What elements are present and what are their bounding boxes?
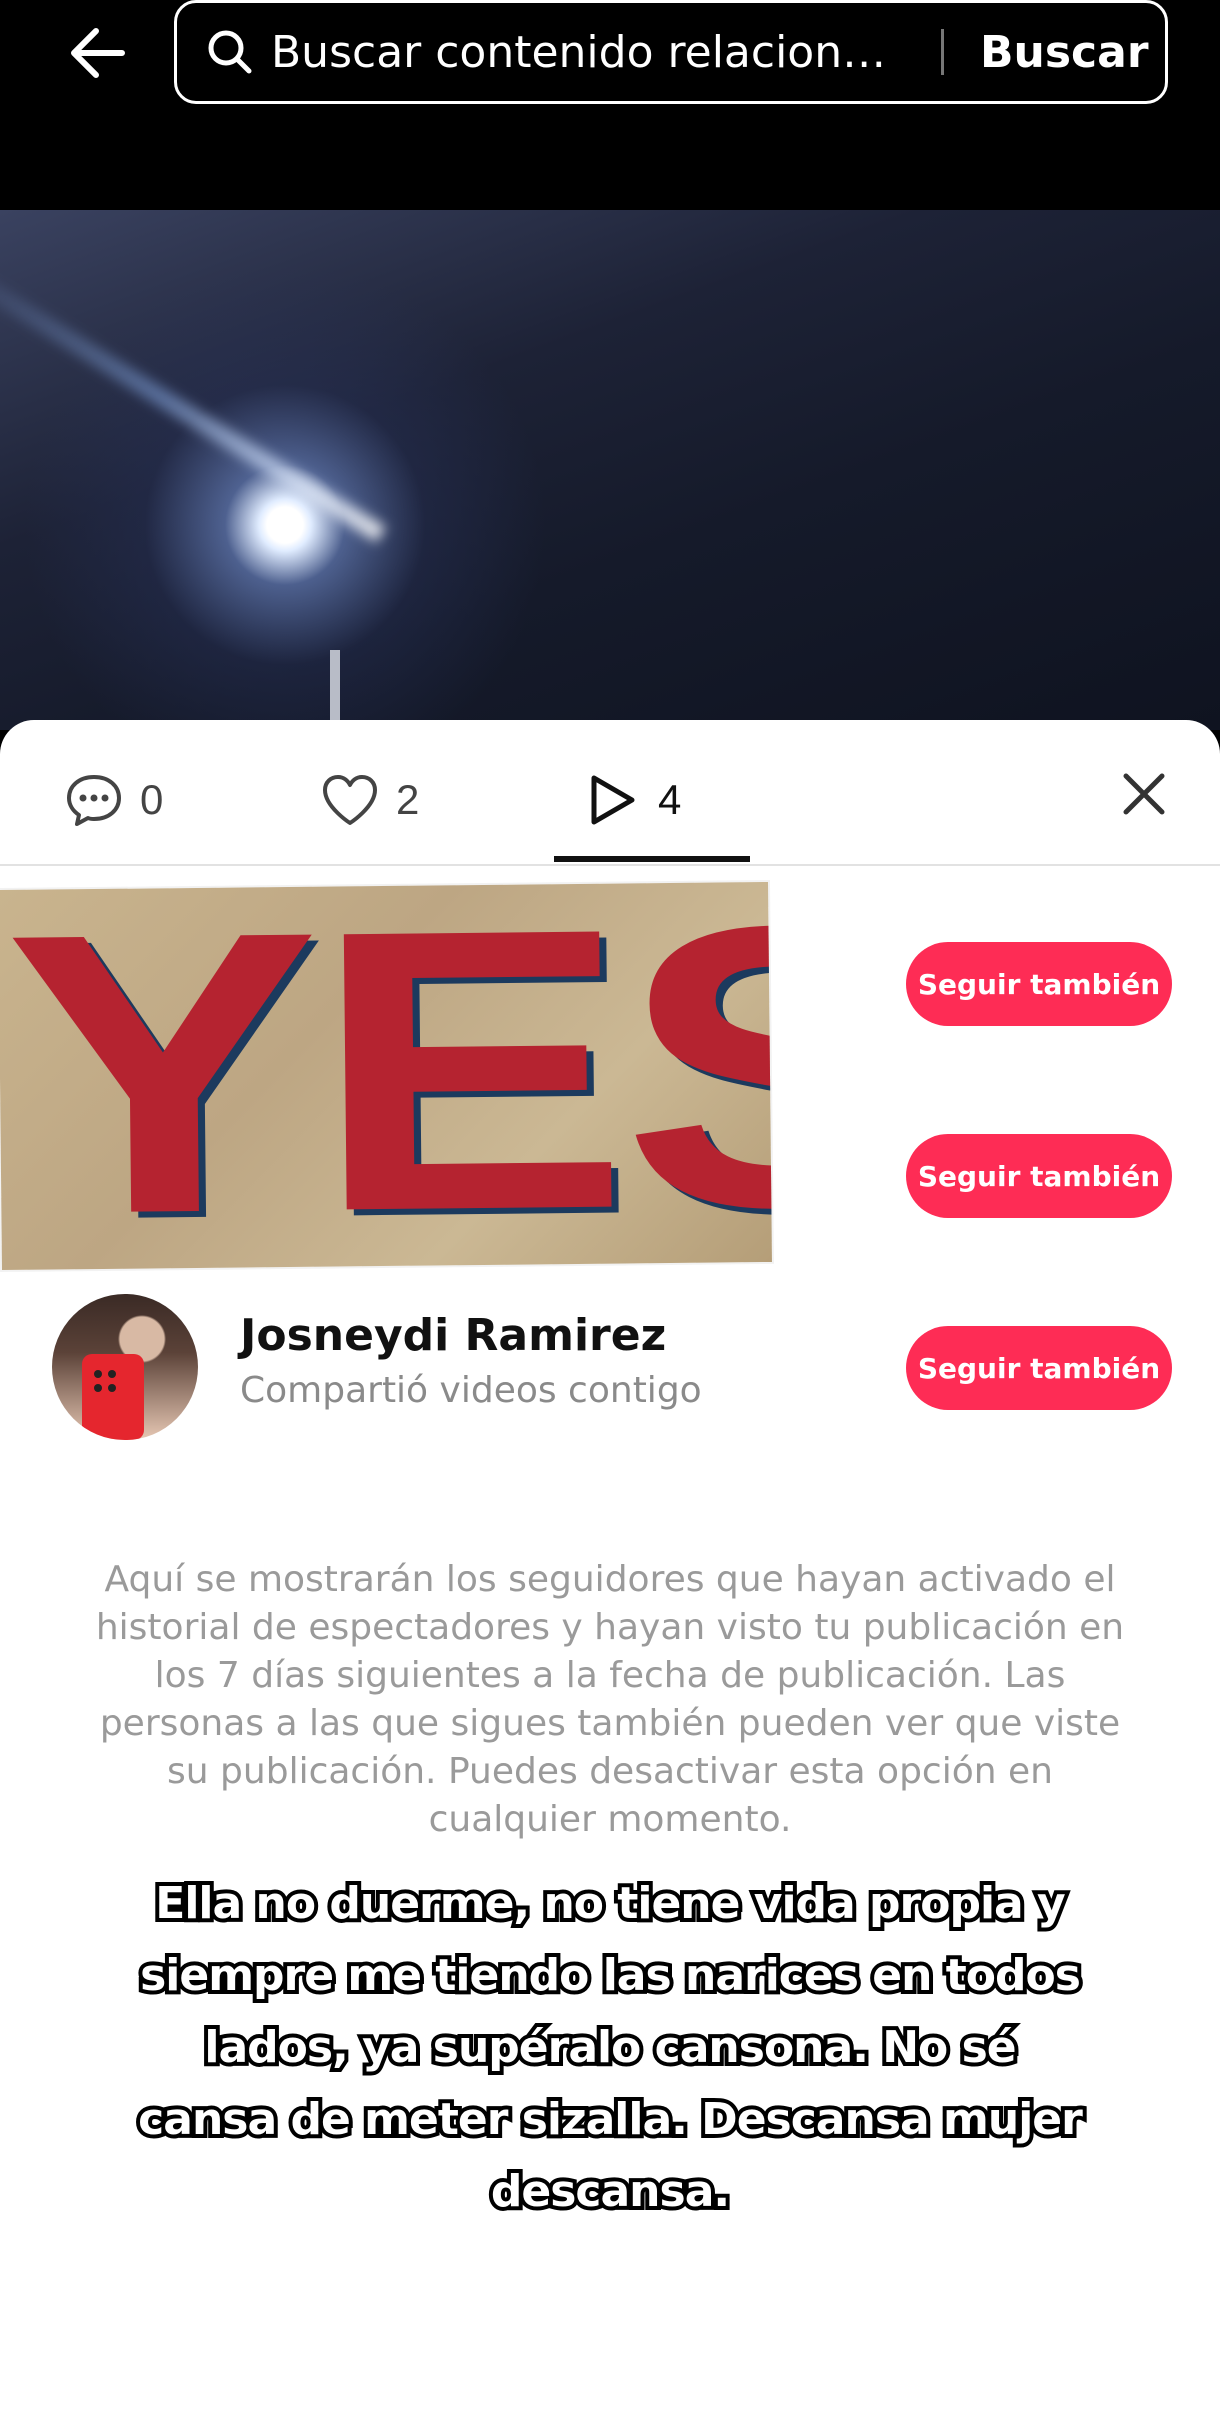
tab-views[interactable]: 4: [582, 760, 681, 840]
search-icon: [207, 29, 253, 75]
viewer-history-info: Aquí se mostrarán los seguidores que hay…: [95, 1559, 1125, 1840]
lamp-pole: [330, 650, 340, 730]
views-count: 4: [658, 776, 682, 823]
sticker-text: YES !: [3, 881, 772, 1271]
search-divider: [941, 29, 944, 75]
search-input[interactable]: Buscar contenido relaciona...: [271, 27, 911, 78]
top-bar: Buscar contenido relaciona... Buscar: [0, 0, 1220, 210]
likes-count: 2: [396, 776, 420, 823]
avatar[interactable]: [52, 1294, 198, 1440]
stats-tabs: 0 2 4: [0, 720, 1220, 866]
viewers-sheet: 0 2 4 YES ! Seguir tam: [0, 720, 1220, 2416]
tab-comments[interactable]: 0: [64, 760, 163, 840]
follow-back-button[interactable]: Seguir también: [906, 942, 1172, 1026]
close-icon: [1123, 773, 1165, 815]
user-subtitle: Compartió videos contigo: [240, 1370, 702, 1411]
back-arrow-icon: [71, 28, 125, 78]
avatar-phone: [82, 1354, 144, 1440]
back-button[interactable]: [56, 18, 136, 88]
close-button[interactable]: [1108, 758, 1180, 830]
light-ray: [0, 251, 386, 543]
play-icon: [582, 770, 642, 830]
video-background: [0, 210, 1220, 730]
comment-icon: [64, 770, 124, 830]
yes-sticker: YES !: [0, 881, 772, 1271]
user-name[interactable]: Josneydi Ramirez: [240, 1310, 666, 1361]
follow-back-button[interactable]: Seguir también: [906, 1134, 1172, 1218]
active-tab-indicator: [554, 856, 750, 862]
video-caption-overlay: Ella no duerme, no tiene vida propia y s…: [134, 1874, 1087, 2221]
search-button[interactable]: Buscar: [980, 27, 1149, 78]
search-bar[interactable]: Buscar contenido relaciona... Buscar: [174, 0, 1168, 104]
follow-back-button[interactable]: Seguir también: [906, 1326, 1172, 1410]
comments-count: 0: [140, 776, 164, 823]
heart-icon: [320, 770, 380, 830]
tab-likes[interactable]: 2: [320, 760, 419, 840]
